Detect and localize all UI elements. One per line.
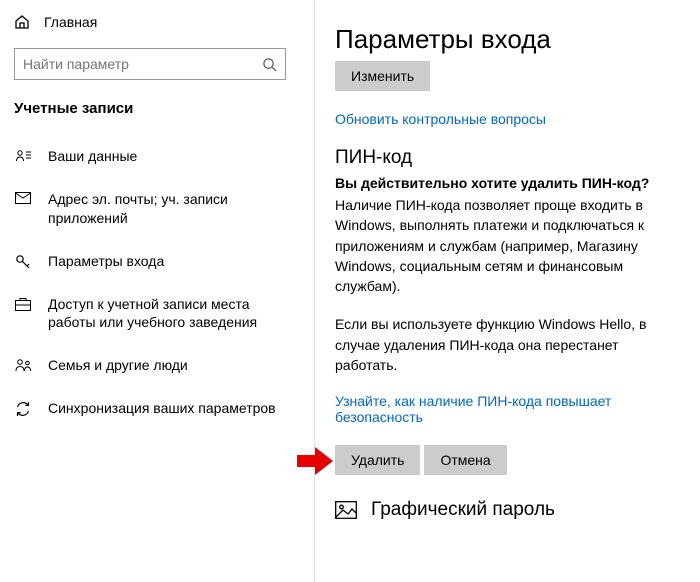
confirm-delete-question: Вы действительно хотите удалить ПИН-код? bbox=[335, 175, 680, 191]
main-content: Параметры входа Изменить Обновить контро… bbox=[315, 0, 700, 582]
picture-password-heading: Графический пароль bbox=[371, 499, 555, 521]
sidebar-item-label: Синхронизация ваших параметров bbox=[48, 399, 276, 418]
sidebar-item-your-info[interactable]: Ваши данные bbox=[0, 135, 314, 178]
sidebar-home[interactable]: Главная bbox=[0, 10, 314, 42]
sidebar-item-family[interactable]: Семья и другие люди bbox=[0, 344, 314, 387]
change-button[interactable]: Изменить bbox=[335, 61, 430, 91]
sidebar-item-email[interactable]: Адрес эл. почты; уч. записи приложений bbox=[0, 178, 314, 240]
update-questions-link[interactable]: Обновить контрольные вопросы bbox=[335, 111, 680, 127]
sidebar-section-title: Учетные записи bbox=[0, 98, 314, 135]
key-icon bbox=[14, 254, 32, 270]
hello-warning: Если вы используете функцию Windows Hell… bbox=[335, 314, 680, 375]
sidebar-item-work-access[interactable]: Доступ к учетной записи места работы или… bbox=[0, 283, 314, 345]
sidebar-item-label: Семья и другие люди bbox=[48, 356, 188, 375]
sidebar-item-sync[interactable]: Синхронизация ваших параметров bbox=[0, 387, 314, 430]
search-icon bbox=[262, 57, 277, 72]
briefcase-icon bbox=[14, 297, 32, 311]
picture-password-section: Графический пароль bbox=[335, 499, 680, 521]
sidebar-item-label: Параметры входа bbox=[48, 252, 164, 271]
picture-icon bbox=[335, 501, 357, 519]
people-icon bbox=[14, 358, 32, 372]
sidebar: Главная Учетные записи Ваши данные bbox=[0, 0, 315, 582]
search-input[interactable] bbox=[14, 48, 286, 80]
learn-more-link[interactable]: Узнайте, как наличие ПИН-кода повышает б… bbox=[335, 393, 680, 425]
sync-icon bbox=[14, 401, 32, 417]
home-icon bbox=[14, 14, 30, 30]
sidebar-home-label: Главная bbox=[44, 14, 97, 30]
sidebar-item-sign-in-options[interactable]: Параметры входа bbox=[0, 240, 314, 283]
confirm-buttons-row: Удалить Отмена bbox=[335, 445, 680, 475]
page-title: Параметры входа bbox=[335, 24, 680, 55]
person-icon bbox=[14, 149, 32, 163]
cancel-button[interactable]: Отмена bbox=[424, 445, 506, 475]
highlight-arrow-icon bbox=[297, 447, 333, 475]
sidebar-item-label: Доступ к учетной записи места работы или… bbox=[48, 295, 300, 333]
pin-description: Наличие ПИН-кода позволяет проще входить… bbox=[335, 195, 680, 296]
mail-icon bbox=[14, 192, 32, 204]
pin-heading: ПИН-код bbox=[335, 147, 680, 169]
delete-button[interactable]: Удалить bbox=[335, 445, 420, 475]
sidebar-item-label: Адрес эл. почты; уч. записи приложений bbox=[48, 190, 300, 228]
sidebar-item-label: Ваши данные bbox=[48, 147, 137, 166]
search-field[interactable] bbox=[23, 56, 262, 72]
